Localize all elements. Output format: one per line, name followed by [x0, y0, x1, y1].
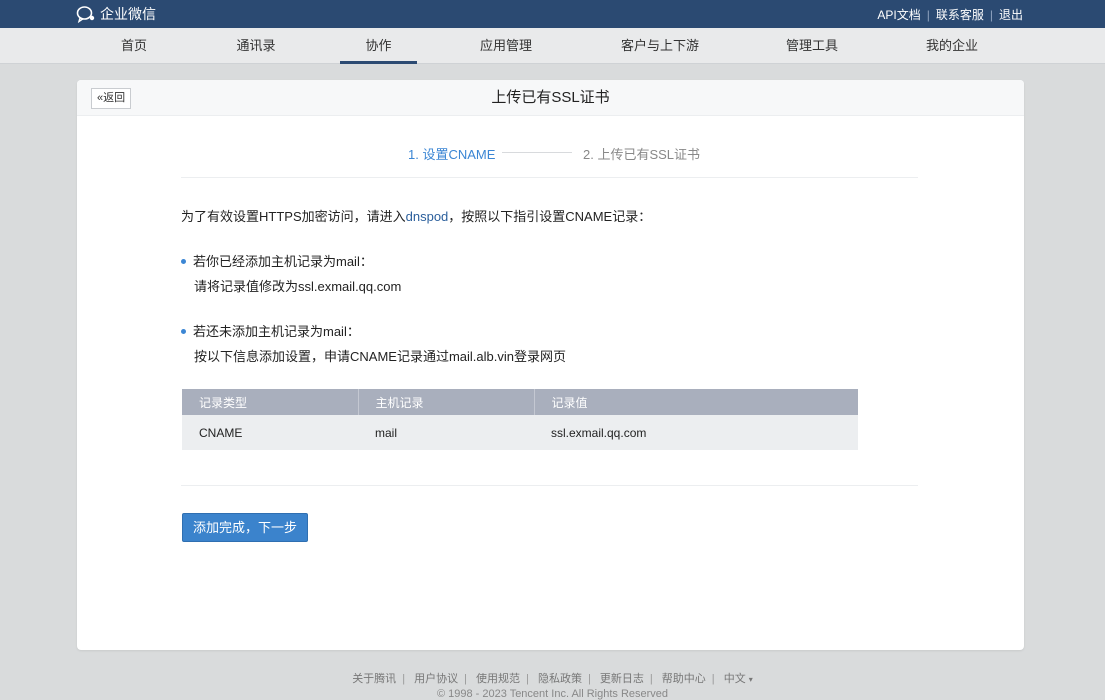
next-step-button[interactable]: 添加完成，下一步: [182, 513, 308, 542]
intro-after: ，按照以下指引设置CNAME记录：: [448, 209, 652, 224]
bullet-dot-icon: [181, 259, 186, 265]
footer-usage-rules-link[interactable]: 使用规范: [476, 673, 520, 685]
dnspod-link[interactable]: dnspod: [406, 209, 449, 224]
card-header: «返回 上传已有SSL证书: [77, 80, 1024, 116]
main-nav: 首页 通讯录 协作 应用管理 客户与上下游 管理工具 我的企业: [0, 28, 1105, 64]
separator: |: [402, 673, 406, 685]
cell-record-type: CNAME: [182, 415, 358, 450]
nav-home[interactable]: 首页: [104, 28, 164, 64]
separator: |: [649, 673, 653, 685]
step-1-set-cname: 1. 设置CNAME: [408, 147, 496, 162]
header-host-record: 主机记录: [358, 389, 535, 415]
copyright: © 1998 - 2023 Tencent Inc. All Rights Re…: [436, 688, 669, 700]
case-existing-record: 若你已经添加主机记录为mail：: [181, 251, 373, 270]
table-header-row: 记录类型 主机记录 记录值: [182, 389, 858, 415]
header-record-type: 记录类型: [182, 389, 359, 415]
step-connector: [502, 152, 572, 153]
case-new-detail: 按以下信息添加设置，申请CNAME记录通过mail.alb.vin登录网页: [194, 349, 566, 364]
page-title: 上传已有SSL证书: [491, 89, 610, 106]
language-label: 中文: [723, 673, 746, 685]
language-selector[interactable]: 中文 ▾: [724, 673, 753, 685]
separator: |: [587, 673, 591, 685]
bullet-dot-icon: [181, 329, 186, 335]
case-new-heading: 若还未添加主机记录为mail：: [193, 324, 360, 339]
main-card: «返回 上传已有SSL证书 1. 设置CNAME 2. 上传已有SSL证书 为了…: [77, 80, 1024, 650]
contact-support-link[interactable]: 联系客服: [936, 6, 984, 23]
divider: [181, 485, 918, 486]
nav-management-tools[interactable]: 管理工具: [776, 28, 848, 64]
divider: [181, 177, 918, 178]
case-existing-detail: 请将记录值修改为ssl.exmail.qq.com: [194, 279, 402, 294]
intro-before: 为了有效设置HTTPS加密访问，请进入: [181, 209, 406, 224]
cname-record-table: 记录类型 主机记录 记录值 CNAME mail ssl.exmail.qq.c…: [182, 389, 858, 450]
logout-link[interactable]: 退出: [999, 6, 1023, 23]
nav-contacts[interactable]: 通讯录: [226, 28, 286, 64]
caret-down-icon: ▾: [748, 675, 753, 684]
separator: |: [464, 673, 467, 685]
cell-record-value: ssl.exmail.qq.com: [534, 415, 858, 450]
case-existing-heading: 若你已经添加主机记录为mail：: [193, 254, 373, 269]
separator: |: [711, 673, 715, 685]
cell-host-record: mail: [358, 415, 534, 450]
step-2-upload-certificate: 2. 上传已有SSL证书: [583, 147, 701, 162]
intro-text: 为了有效设置HTTPS加密访问，请进入dnspod，按照以下指引设置CNAME记…: [181, 206, 651, 225]
separator: |: [989, 7, 993, 22]
table-row: CNAME mail ssl.exmail.qq.com: [182, 415, 858, 450]
footer-privacy-link[interactable]: 隐私政策: [538, 673, 582, 685]
separator: |: [526, 673, 529, 685]
footer-changelog-link[interactable]: 更新日志: [600, 673, 644, 685]
nav-app-management[interactable]: 应用管理: [471, 28, 541, 64]
nav-my-enterprise[interactable]: 我的企业: [916, 28, 988, 64]
footer-help-link[interactable]: 帮助中心: [662, 673, 706, 685]
footer-user-agreement-link[interactable]: 用户协议: [414, 673, 458, 685]
footer-links: 关于腾讯 | 用户协议 | 使用规范 | 隐私政策 | 更新日志 | 帮助中心 | 中文 ▾: [0, 670, 1105, 686]
app-logo[interactable]: 企业微信: [76, 5, 156, 23]
nav-customers-partners[interactable]: 客户与上下游: [612, 28, 708, 64]
nav-collaboration[interactable]: 协作: [340, 28, 417, 64]
chat-bubble-icon: [76, 5, 96, 23]
case-new-record: 若还未添加主机记录为mail：: [181, 321, 360, 340]
footer-about-link[interactable]: 关于腾讯: [352, 673, 396, 685]
header-record-value: 记录值: [534, 389, 858, 415]
separator: |: [926, 7, 930, 22]
app-name: 企业微信: [100, 6, 156, 22]
step-indicator: 1. 设置CNAME 2. 上传已有SSL证书: [77, 144, 1024, 162]
top-links: API文档 | 联系客服 | 退出: [877, 6, 1023, 23]
top-bar: 企业微信 API文档 | 联系客服 | 退出: [0, 0, 1105, 28]
api-docs-link[interactable]: API文档: [877, 6, 920, 23]
